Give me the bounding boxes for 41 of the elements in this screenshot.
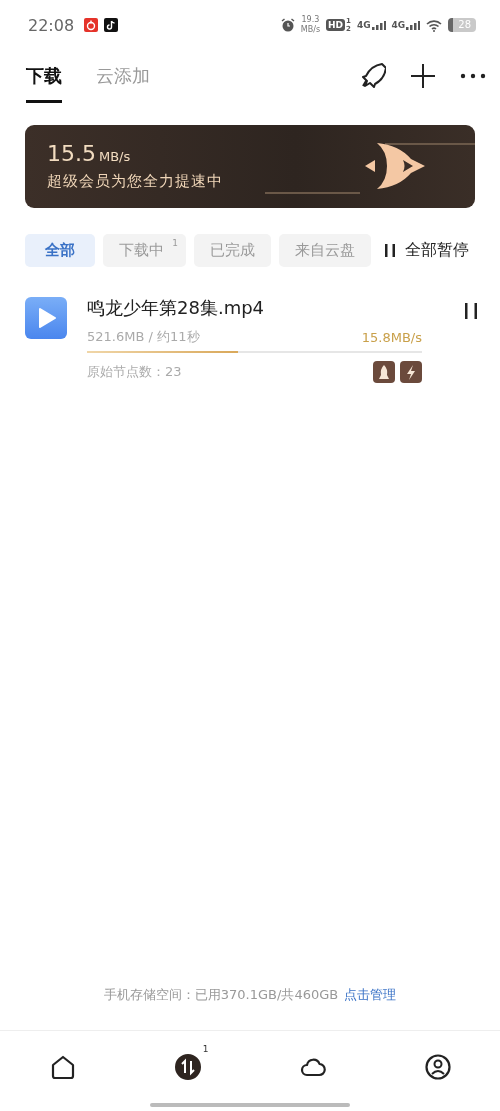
pause-icon bbox=[385, 244, 395, 257]
nav-transfer-button[interactable]: 1 bbox=[174, 1044, 211, 1080]
filter-tab[interactable]: 来自云盘 bbox=[279, 234, 371, 267]
node-count: 原始节点数：23 bbox=[87, 363, 182, 381]
music-app-icon bbox=[84, 18, 99, 32]
network-speed-unit: MB/s bbox=[300, 25, 321, 35]
filter-tab[interactable]: 全部 bbox=[25, 234, 95, 267]
video-file-icon bbox=[25, 297, 67, 339]
file-name: 鸣龙少年第28集.mp4 bbox=[87, 297, 265, 318]
tab[interactable]: 下载 bbox=[26, 64, 62, 103]
profile-icon bbox=[424, 1054, 451, 1080]
signal-icon bbox=[406, 20, 421, 30]
speed-banner[interactable]: 15.5 MB/s 超级会员为您全力提速中 bbox=[25, 125, 475, 208]
add-icon[interactable] bbox=[410, 63, 436, 89]
alarm-icon bbox=[280, 18, 295, 32]
pause-icon[interactable] bbox=[465, 303, 477, 319]
hd-voice-badge: HD bbox=[326, 19, 346, 31]
lightning-icon bbox=[400, 361, 422, 383]
tab[interactable]: 云添加 bbox=[96, 64, 150, 103]
speed-unit: MB/s bbox=[99, 149, 131, 164]
filter-tab[interactable]: 下载中 $^{1}$ bbox=[103, 234, 186, 267]
download-speed: 15.8MB/s bbox=[361, 329, 422, 345]
manage-link[interactable]: 点击管理 bbox=[344, 986, 397, 1004]
speed-value: 15.5 bbox=[47, 141, 96, 166]
video-app-icon bbox=[104, 18, 119, 32]
signal-icon bbox=[371, 20, 386, 30]
nav-count: 1 bbox=[202, 1044, 209, 1054]
home-icon bbox=[49, 1054, 76, 1080]
pause-all-button[interactable]: 全部暂停 bbox=[385, 240, 469, 261]
nav-home-button[interactable] bbox=[49, 1054, 76, 1080]
storage-info: 手机存储空间：已用370.1GB/共460GB bbox=[103, 986, 339, 1004]
nav-profile-button[interactable] bbox=[424, 1054, 451, 1080]
more-icon[interactable] bbox=[460, 73, 486, 79]
transfer-icon bbox=[174, 1054, 201, 1080]
file-size-eta: 521.6MB / 约11秒 bbox=[87, 328, 200, 346]
boost-message: 超级会员为您全力提速中 bbox=[47, 172, 223, 190]
network-speed: 19.3 bbox=[301, 15, 320, 25]
network-type: 4G bbox=[391, 20, 406, 30]
network-type: 4G bbox=[356, 20, 371, 30]
status-time: 22:08 bbox=[28, 15, 75, 35]
wifi-icon bbox=[426, 18, 443, 32]
